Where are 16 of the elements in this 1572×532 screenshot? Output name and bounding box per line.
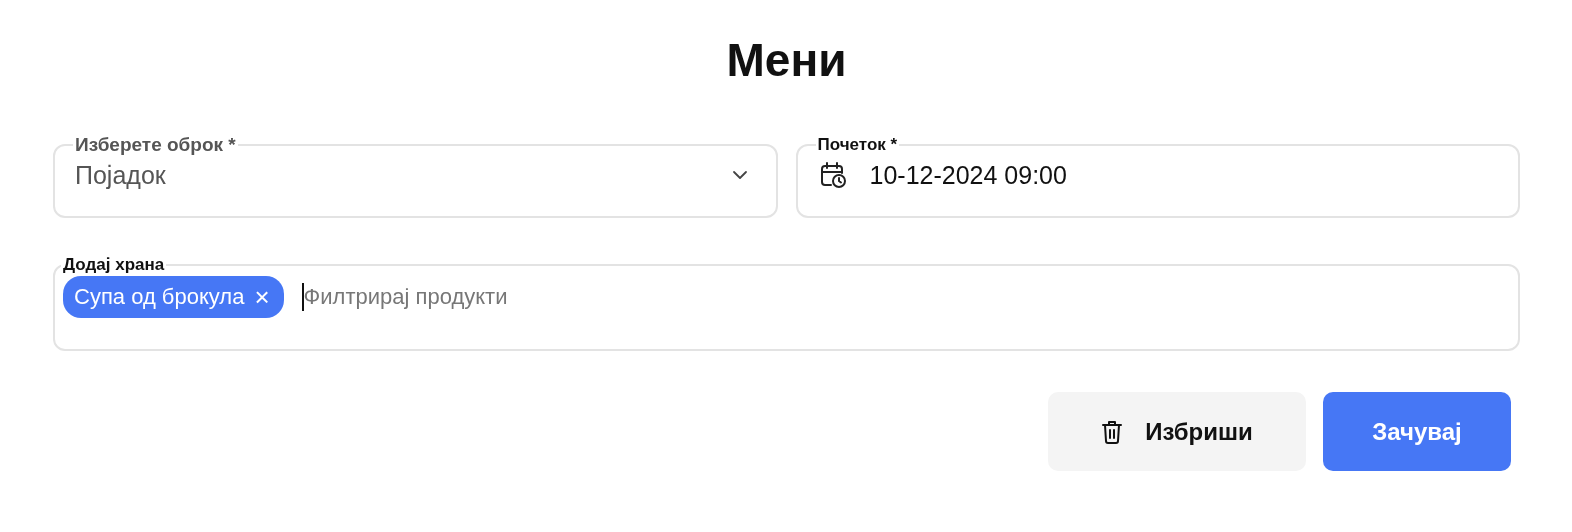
- meal-select[interactable]: Изберете оброк * Појадок: [53, 138, 778, 218]
- date-value: 10-12-2024 09:00: [869, 160, 1067, 190]
- trash-icon: [1101, 418, 1124, 445]
- chevron-down-icon: [731, 170, 748, 180]
- selected-value: Појадок: [75, 160, 166, 190]
- field-label: Додај храна: [62, 258, 166, 272]
- chip-label: Супа од брокула: [74, 284, 245, 310]
- date-field[interactable]: Почеток * 10-12-2024 09:00: [795, 138, 1520, 218]
- food-filter-field[interactable]: Додај храна Супа од брокула × Филтрирај продукти: [53, 258, 1520, 351]
- delete-button[interactable]: Избриши: [1048, 392, 1306, 471]
- save-button[interactable]: Зачувај: [1323, 392, 1511, 471]
- remove-chip-button[interactable]: ×: [254, 284, 270, 310]
- page-title: Мени: [725, 33, 848, 88]
- field-label: Почеток *: [816, 138, 899, 152]
- food-chip[interactable]: Супа од брокула ×: [63, 276, 284, 318]
- filter-input[interactable]: Филтрирај продукти: [303, 284, 1498, 310]
